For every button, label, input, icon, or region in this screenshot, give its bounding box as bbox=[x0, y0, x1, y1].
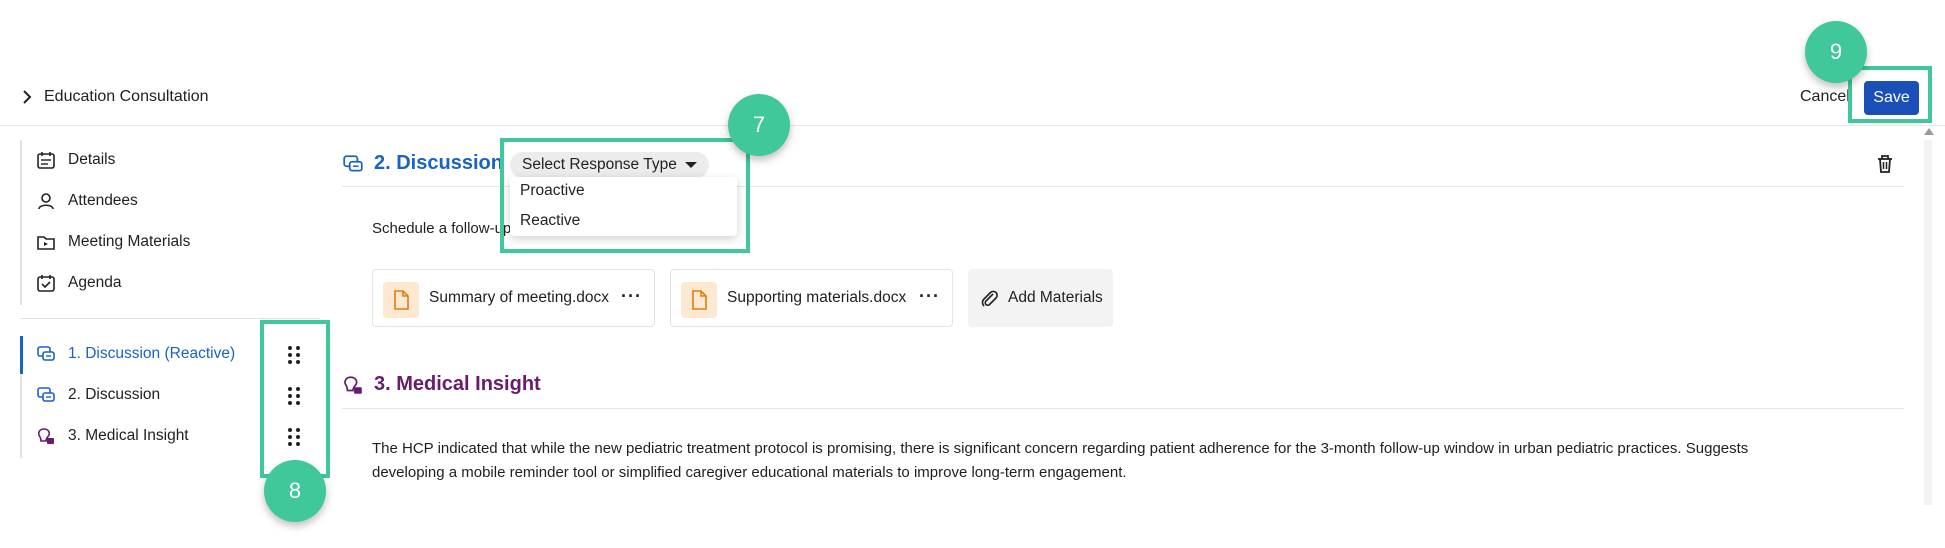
discussion-icon bbox=[37, 346, 55, 361]
section-title-text: 3. Medical Insight bbox=[374, 373, 541, 395]
person-icon bbox=[38, 193, 54, 210]
annotation-badge-7: 7 bbox=[728, 94, 790, 156]
chevron-right-icon bbox=[23, 90, 32, 104]
sidebar-rail bbox=[20, 140, 22, 305]
add-materials-label: Add Materials bbox=[1008, 289, 1103, 306]
sidebar-item-label: Agenda bbox=[68, 274, 122, 291]
insight-text-line2: developing a mobile reminder tool or sim… bbox=[372, 464, 1127, 481]
folder-icon bbox=[37, 236, 55, 250]
agenda-item-discussion[interactable]: 2. Discussion bbox=[36, 385, 160, 405]
insight-icon bbox=[344, 375, 362, 394]
add-materials-button[interactable]: Add Materials bbox=[968, 269, 1113, 327]
section-title-text: 2. Discussion bbox=[374, 152, 503, 174]
file-card[interactable]: Supporting materials.docx ··· bbox=[670, 269, 953, 327]
highlight-box-8 bbox=[260, 320, 330, 478]
document-icon bbox=[681, 282, 717, 318]
agenda-item-medical-insight[interactable]: 3. Medical Insight bbox=[36, 426, 189, 446]
trash-icon[interactable] bbox=[1876, 154, 1894, 174]
sidebar-item-label: Meeting Materials bbox=[68, 233, 191, 250]
discussion-icon bbox=[37, 387, 55, 402]
discussion-note: Schedule a follow-up bbox=[372, 220, 512, 237]
cancel-button[interactable]: Cancel bbox=[1800, 88, 1850, 106]
agenda-item-discussion-reactive[interactable]: 1. Discussion (Reactive) bbox=[36, 344, 235, 364]
breadcrumb-label: Education Consultation bbox=[44, 88, 209, 105]
sidebar-item-meeting-materials[interactable]: Meeting Materials bbox=[36, 232, 190, 252]
file-card[interactable]: Summary of meeting.docx ··· bbox=[372, 269, 655, 327]
stage: Education Consultation Cancel Save Detai… bbox=[0, 0, 1945, 548]
insight-icon bbox=[37, 428, 54, 444]
agenda-item-label: 1. Discussion (Reactive) bbox=[68, 345, 236, 362]
highlight-box-9 bbox=[1848, 66, 1932, 123]
breadcrumb[interactable]: Education Consultation bbox=[22, 88, 209, 106]
more-options-icon[interactable]: ··· bbox=[919, 286, 940, 307]
highlight-box-7 bbox=[500, 138, 750, 253]
paperclip-icon bbox=[981, 290, 998, 307]
annotation-badge-9: 9 bbox=[1805, 21, 1867, 83]
calendar-check-icon bbox=[37, 275, 55, 292]
section-title-medical-insight: 3. Medical Insight bbox=[342, 373, 541, 396]
sidebar-item-label: Attendees bbox=[68, 192, 138, 209]
document-icon bbox=[383, 282, 419, 318]
sidebar-separator bbox=[20, 318, 320, 319]
annotation-badge-8: 8 bbox=[264, 460, 326, 522]
header-divider bbox=[0, 125, 1945, 126]
sidebar-item-agenda[interactable]: Agenda bbox=[36, 273, 121, 293]
sidebar-item-attendees[interactable]: Attendees bbox=[36, 191, 138, 211]
agenda-item-label: 3. Medical Insight bbox=[68, 427, 189, 444]
file-name: Supporting materials.docx bbox=[727, 289, 907, 306]
sidebar-item-label: Details bbox=[68, 151, 116, 168]
scroll-up-icon[interactable] bbox=[1924, 128, 1934, 135]
sidebar-item-details[interactable]: Details bbox=[36, 150, 115, 170]
active-indicator bbox=[20, 336, 23, 374]
calendar-details-icon bbox=[37, 152, 55, 169]
discussion-icon bbox=[343, 154, 363, 171]
agenda-item-label: 2. Discussion bbox=[68, 386, 161, 403]
insight-text-line1: The HCP indicated that while the new ped… bbox=[372, 440, 1749, 457]
section-title-discussion: 2. Discussion bbox=[342, 152, 503, 175]
section-divider bbox=[342, 408, 1904, 409]
more-options-icon[interactable]: ··· bbox=[621, 286, 642, 307]
file-name: Summary of meeting.docx bbox=[429, 289, 610, 306]
scrollbar-track[interactable] bbox=[1924, 140, 1932, 505]
